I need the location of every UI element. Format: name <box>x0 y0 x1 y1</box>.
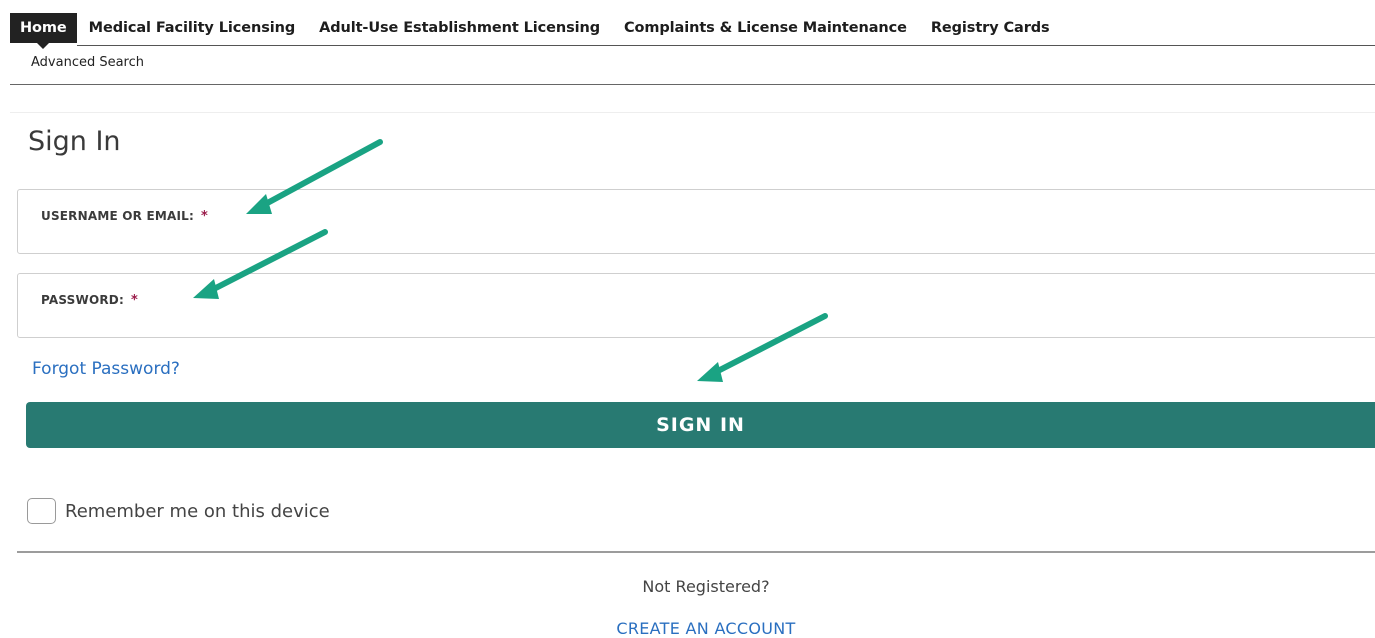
username-input[interactable] <box>41 226 1356 248</box>
create-account-link[interactable]: CREATE AN ACCOUNT <box>0 619 1375 638</box>
subnav-divider <box>10 84 1375 85</box>
page-title: Sign In <box>28 126 121 157</box>
username-label-text: USERNAME OR EMAIL: <box>41 209 195 223</box>
nav-item-registry-cards[interactable]: Registry Cards <box>919 13 1062 43</box>
panel-top-border <box>10 112 1375 113</box>
nav-item-adult-use-establishment-licensing[interactable]: Adult-Use Establishment Licensing <box>307 13 612 43</box>
remember-me-checkbox[interactable] <box>27 498 56 524</box>
forgot-password-link[interactable]: Forgot Password? <box>32 359 180 379</box>
required-marker: * <box>130 293 138 308</box>
remember-me-label: Remember me on this device <box>65 500 330 522</box>
password-input[interactable] <box>41 310 1356 332</box>
password-label: PASSWORD: * <box>41 293 138 308</box>
not-registered-text: Not Registered? <box>642 577 770 596</box>
password-field[interactable]: PASSWORD: * <box>17 273 1375 338</box>
username-label: USERNAME OR EMAIL: * <box>41 209 208 224</box>
main-navigation: Home Medical Facility Licensing Adult-Us… <box>10 13 1062 49</box>
nav-item-home[interactable]: Home <box>10 13 77 49</box>
nav-item-medical-facility-licensing[interactable]: Medical Facility Licensing <box>77 13 307 43</box>
nav-item-complaints-license-maintenance[interactable]: Complaints & License Maintenance <box>612 13 919 43</box>
remember-me-option[interactable]: Remember me on this device <box>27 498 330 524</box>
sign-in-button[interactable]: SIGN IN <box>26 402 1375 448</box>
username-field[interactable]: USERNAME OR EMAIL: * <box>17 189 1375 254</box>
password-label-text: PASSWORD: <box>41 293 124 307</box>
nav-divider <box>77 45 1375 46</box>
required-marker: * <box>201 209 209 224</box>
footer-divider <box>17 551 1375 553</box>
subnav-item-advanced-search[interactable]: Advanced Search <box>31 55 144 70</box>
